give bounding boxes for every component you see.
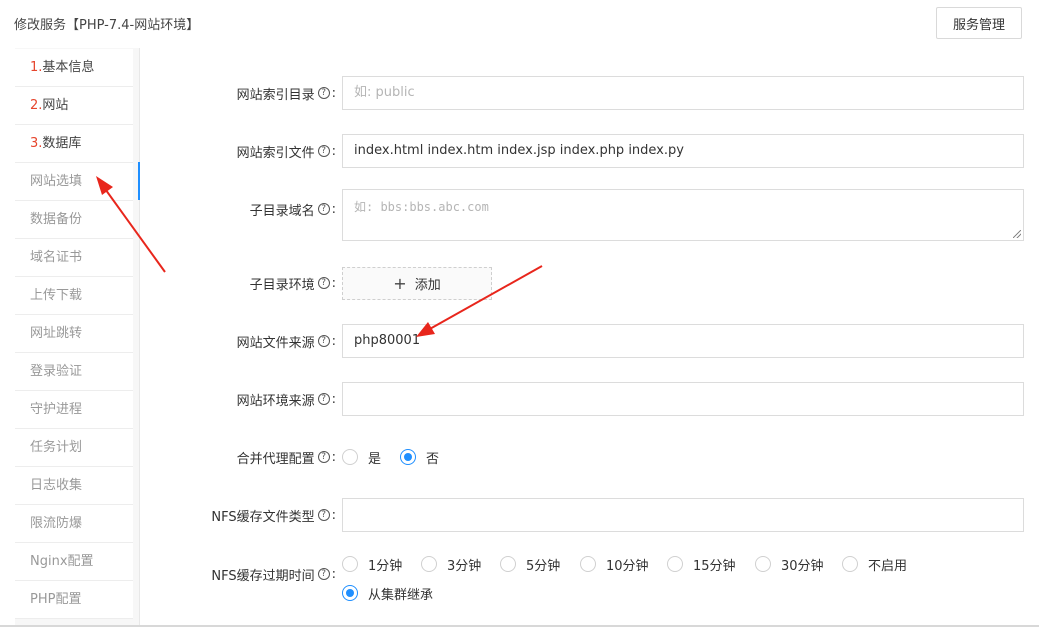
file-source-label: 网站文件来源?:: [236, 333, 336, 351]
nfs-types-label: NFS缓存文件类型?:: [211, 507, 336, 525]
help-icon[interactable]: ?: [317, 509, 330, 521]
sidebar-item-14[interactable]: Nginx配置: [15, 543, 133, 581]
sidebar-item-6[interactable]: 域名证书: [15, 239, 133, 277]
sidebar-item-number: 3.: [30, 136, 43, 151]
subdir-domain-placeholder: 如: bbs:bbs.abc.com: [354, 200, 489, 214]
sidebar-item-label: 域名证书: [30, 250, 83, 265]
nfs-expire-3min-radio[interactable]: 3分钟: [421, 554, 481, 574]
add-subdir-env-button[interactable]: + 添加: [342, 267, 492, 300]
radio-circle-icon: [421, 556, 437, 572]
radio-circle-icon: [755, 556, 771, 572]
subdir-domain-textarea[interactable]: 如: bbs:bbs.abc.com: [342, 189, 1024, 241]
sidebar-item-label: 网站选填: [30, 174, 83, 189]
sidebar-item-label: Nginx配置: [30, 554, 94, 569]
radio-circle-icon: [842, 556, 858, 572]
radio-label: 10分钟: [606, 558, 649, 574]
nfs-types-input[interactable]: [342, 498, 1024, 532]
radio-label: 5分钟: [526, 558, 561, 574]
resize-grip-icon[interactable]: [1013, 230, 1021, 238]
help-icon[interactable]: ?: [317, 87, 330, 99]
service-manage-button[interactable]: 服务管理: [936, 7, 1022, 39]
radio-label: 3分钟: [447, 558, 482, 574]
radio-label: 30分钟: [781, 558, 824, 574]
sidebar-item-1[interactable]: 1.基本信息: [15, 49, 133, 87]
nfs-expire-15min-radio[interactable]: 15分钟: [667, 554, 736, 574]
nfs-expire-label: NFS缓存过期时间?:: [211, 566, 336, 584]
sidebar-item-label: PHP配置: [30, 592, 82, 607]
radio-label: 从集群继承: [368, 587, 434, 603]
radio-circle-icon: [667, 556, 683, 572]
sidebar-item-label: 网站: [42, 98, 69, 113]
help-icon[interactable]: ?: [317, 145, 330, 157]
sidebar-item-10[interactable]: 守护进程: [15, 391, 133, 429]
radio-circle-icon: [400, 449, 416, 465]
help-icon[interactable]: ?: [317, 451, 330, 463]
radio-label: 15分钟: [693, 558, 736, 574]
radio-circle-icon: [342, 449, 358, 465]
nfs-expire-10min-radio[interactable]: 10分钟: [580, 554, 649, 574]
radio-circle-icon: [580, 556, 596, 572]
sidebar-item-label: 限流防爆: [30, 516, 83, 531]
help-icon[interactable]: ?: [317, 335, 330, 347]
nfs-expire-5min-radio[interactable]: 5分钟: [500, 554, 560, 574]
sidebar-item-15[interactable]: PHP配置: [15, 581, 133, 619]
sidebar-item-label: 上传下载: [30, 288, 83, 303]
nfs-expire-disabled-radio[interactable]: 不启用: [842, 554, 907, 574]
page-title: 修改服务【PHP-7.4-网站环境】: [14, 18, 200, 33]
env-source-label: 网站环境来源?:: [236, 391, 336, 409]
radio-label: 是: [368, 451, 382, 467]
sidebar-item-2[interactable]: 2.网站: [15, 87, 133, 125]
sidebar-item-label: 日志收集: [30, 478, 83, 493]
help-icon[interactable]: ?: [317, 203, 330, 215]
radio-circle-icon: [342, 556, 358, 572]
help-icon[interactable]: ?: [317, 277, 330, 289]
nfs-expire-30min-radio[interactable]: 30分钟: [755, 554, 824, 574]
sidebar-item-label: 任务计划: [30, 440, 83, 455]
plus-icon: +: [393, 274, 407, 293]
nfs-expire-1min-radio[interactable]: 1分钟: [342, 554, 402, 574]
radio-circle-icon: [342, 585, 358, 601]
help-icon[interactable]: ?: [317, 568, 330, 580]
sidebar-item-11[interactable]: 任务计划: [15, 429, 133, 467]
help-icon[interactable]: ?: [317, 393, 330, 405]
sidebar-item-12[interactable]: 日志收集: [15, 467, 133, 505]
radio-label: 否: [426, 451, 440, 467]
nfs-expire-inherit-radio[interactable]: 从集群继承: [342, 583, 433, 603]
add-button-label: 添加: [414, 278, 441, 293]
sidebar-item-label: 登录验证: [30, 364, 83, 379]
subdir-domain-label: 子目录域名?:: [249, 201, 336, 219]
radio-circle-icon: [500, 556, 516, 572]
index-dir-label: 网站索引目录?:: [236, 85, 336, 103]
sidebar-item-3[interactable]: 3.数据库: [15, 125, 133, 163]
radio-label: 不启用: [868, 558, 908, 574]
index-file-label: 网站索引文件?:: [236, 143, 336, 161]
sidebar-item-number: 1.: [30, 60, 43, 75]
merge-proxy-label: 合并代理配置?:: [236, 449, 336, 467]
index-file-input[interactable]: index.html index.htm index.jsp index.php…: [342, 134, 1024, 168]
sidebar-item-number: 2.: [30, 98, 43, 113]
sidebar-item-13[interactable]: 限流防爆: [15, 505, 133, 543]
sidebar-item-9[interactable]: 登录验证: [15, 353, 133, 391]
merge-proxy-no-radio[interactable]: 否: [400, 447, 439, 467]
merge-proxy-yes-radio[interactable]: 是: [342, 447, 381, 467]
sidebar-item-7[interactable]: 上传下载: [15, 277, 133, 315]
env-source-input[interactable]: [342, 382, 1024, 416]
sidebar-item-label: 守护进程: [30, 402, 83, 417]
sidebar-item-label: 数据备份: [30, 212, 83, 227]
index-dir-input[interactable]: 如: public: [342, 76, 1024, 110]
sidebar-item-4[interactable]: 网站选填: [15, 163, 133, 201]
sidebar-item-label: 基本信息: [42, 60, 95, 75]
sidebar-item-label: 网址跳转: [30, 326, 83, 341]
subdir-env-label: 子目录环境?:: [249, 275, 336, 293]
sidebar-item-label: 数据库: [42, 136, 82, 151]
sidebar-item-8[interactable]: 网址跳转: [15, 315, 133, 353]
radio-label: 1分钟: [368, 558, 403, 574]
file-source-input[interactable]: php80001: [342, 324, 1024, 358]
sidebar-item-5[interactable]: 数据备份: [15, 201, 133, 239]
